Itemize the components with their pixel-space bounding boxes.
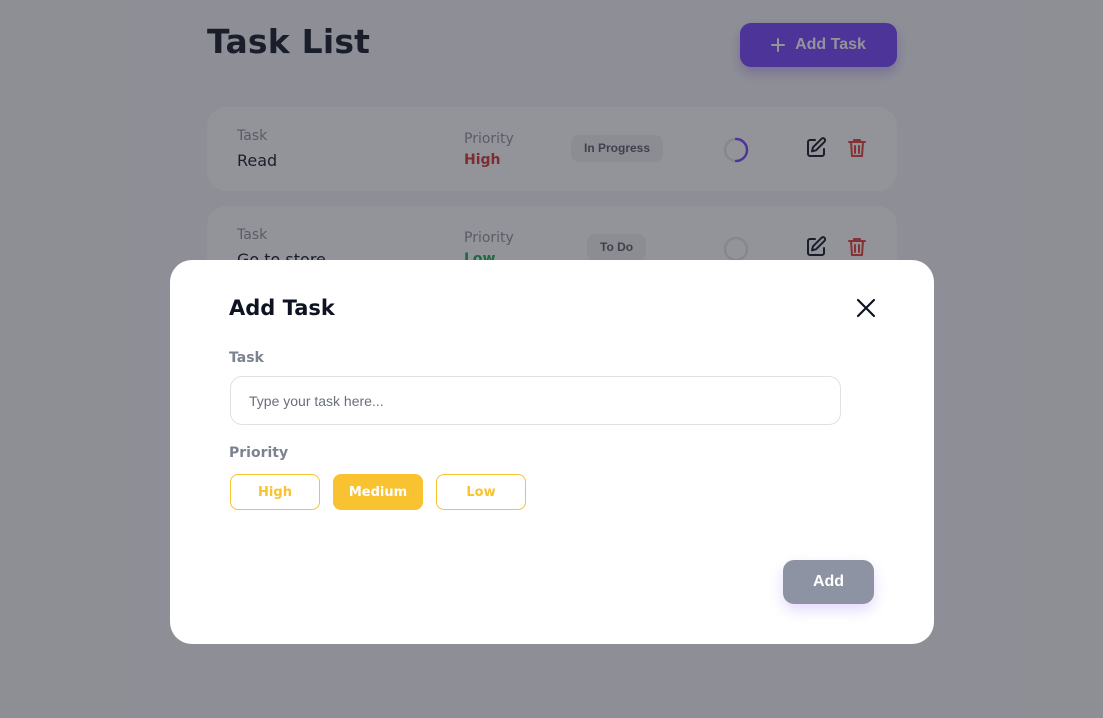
add-task-modal: Add Task Task Priority High Medium Low A… — [170, 260, 934, 644]
priority-option-medium[interactable]: Medium — [333, 474, 423, 510]
priority-option-high[interactable]: High — [230, 474, 320, 510]
task-input[interactable] — [230, 376, 841, 425]
modal-title: Add Task — [229, 296, 335, 320]
priority-field-label: Priority — [229, 445, 289, 461]
close-icon[interactable] — [854, 296, 878, 320]
priority-option-low[interactable]: Low — [436, 474, 526, 510]
task-field-label: Task — [229, 350, 264, 366]
add-button[interactable]: Add — [783, 560, 874, 604]
priority-selector: High Medium Low — [230, 474, 526, 510]
